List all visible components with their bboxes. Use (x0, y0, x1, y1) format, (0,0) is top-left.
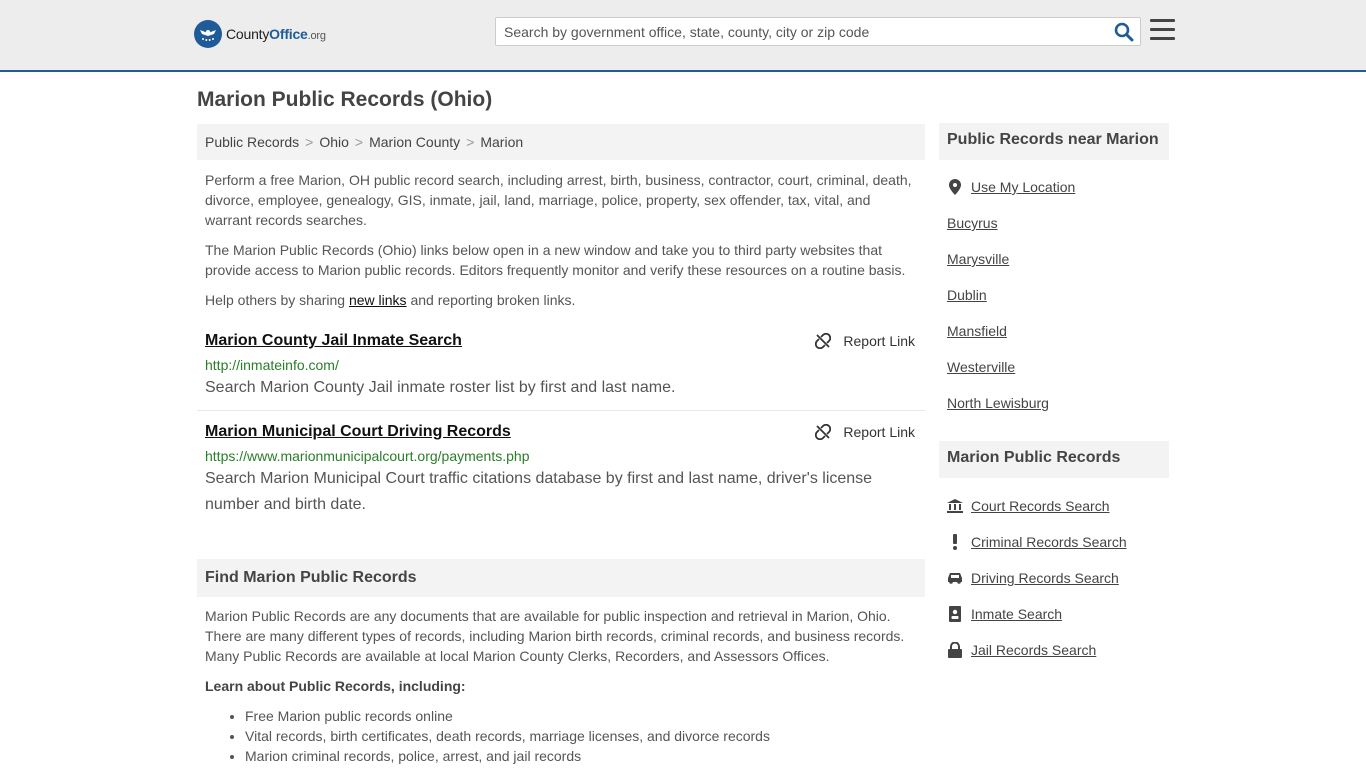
result-description: Search Marion County Jail inmate roster … (205, 379, 676, 396)
search-icon[interactable] (1114, 22, 1134, 42)
seal-icon (194, 20, 222, 48)
top-bar: CountyOffice.org (0, 0, 1366, 72)
courthouse-icon (947, 499, 963, 513)
find-records-heading: Find Marion Public Records (197, 559, 925, 597)
nearby-city-link[interactable]: Westerville (947, 359, 1015, 375)
lock-icon (947, 642, 963, 658)
jail-records-link[interactable]: Jail Records Search (947, 642, 1096, 658)
list-item: Marion criminal records, police, arrest,… (245, 746, 770, 766)
map-pin-icon (947, 179, 963, 195)
nearby-city-link[interactable]: Dublin (947, 287, 987, 303)
exclamation-icon (947, 534, 963, 550)
result-divider (197, 410, 925, 411)
search-input[interactable] (496, 18, 1106, 45)
id-badge-icon (947, 606, 963, 622)
share-paragraph: Help others by sharing new links and rep… (205, 292, 576, 308)
learn-heading: Learn about Public Records, including: (205, 678, 466, 694)
nearby-city-link[interactable]: North Lewisburg (947, 395, 1049, 411)
result-url-link[interactable]: https://www.marionmunicipalcourt.org/pay… (205, 448, 529, 464)
disclaimer-paragraph: The Marion Public Records (Ohio) links b… (205, 242, 906, 278)
criminal-records-link[interactable]: Criminal Records Search (947, 534, 1127, 550)
breadcrumb-ohio[interactable]: Ohio (319, 134, 349, 150)
broken-link-icon (815, 424, 832, 440)
breadcrumb-marion[interactable]: Marion (480, 134, 523, 150)
logo-text: CountyOffice.org (226, 26, 326, 42)
breadcrumb-marion-county[interactable]: Marion County (369, 134, 460, 150)
new-links-link[interactable]: new links (349, 292, 407, 308)
result-url-link[interactable]: http://inmateinfo.com/ (205, 357, 339, 373)
breadcrumb-separator: > (354, 134, 364, 150)
marion-records-heading: Marion Public Records (939, 441, 1169, 478)
intro-paragraph: Perform a free Marion, OH public record … (205, 172, 912, 228)
nearby-heading: Public Records near Marion (939, 123, 1169, 160)
use-my-location-link[interactable]: Use My Location (947, 179, 1075, 195)
broken-link-icon (815, 333, 832, 349)
nearby-city-link[interactable]: Mansfield (947, 323, 1007, 339)
list-item: Free Marion public records online (245, 706, 770, 726)
list-item: Vital records, birth certificates, death… (245, 726, 770, 746)
car-icon (947, 572, 963, 584)
nearby-city-link[interactable]: Marysville (947, 251, 1009, 267)
search-box (495, 17, 1141, 46)
page-title: Marion Public Records (Ohio) (197, 88, 493, 111)
learn-list: Free Marion public records online Vital … (245, 706, 770, 766)
court-records-link[interactable]: Court Records Search (947, 498, 1110, 514)
result-description: Search Marion Municipal Court traffic ci… (205, 470, 873, 513)
inmate-search-link[interactable]: Inmate Search (947, 606, 1062, 622)
breadcrumb: Public Records > Ohio > Marion County > Marion (197, 124, 925, 160)
result-title-link[interactable]: Marion Municipal Court Driving Records (205, 423, 511, 441)
site-logo[interactable]: CountyOffice.org (194, 20, 326, 48)
breadcrumb-public-records[interactable]: Public Records (205, 134, 299, 150)
find-records-text: Marion Public Records are any documents … (205, 608, 905, 664)
nearby-city-link[interactable]: Bucyrus (947, 215, 998, 231)
breadcrumb-separator: > (466, 134, 475, 150)
report-link-button[interactable]: Report Link (815, 424, 915, 440)
driving-records-link[interactable]: Driving Records Search (947, 570, 1119, 586)
result-title-link[interactable]: Marion County Jail Inmate Search (205, 332, 462, 350)
report-link-button[interactable]: Report Link (815, 333, 915, 349)
hamburger-menu-icon[interactable] (1150, 19, 1175, 41)
breadcrumb-separator: > (305, 134, 314, 150)
